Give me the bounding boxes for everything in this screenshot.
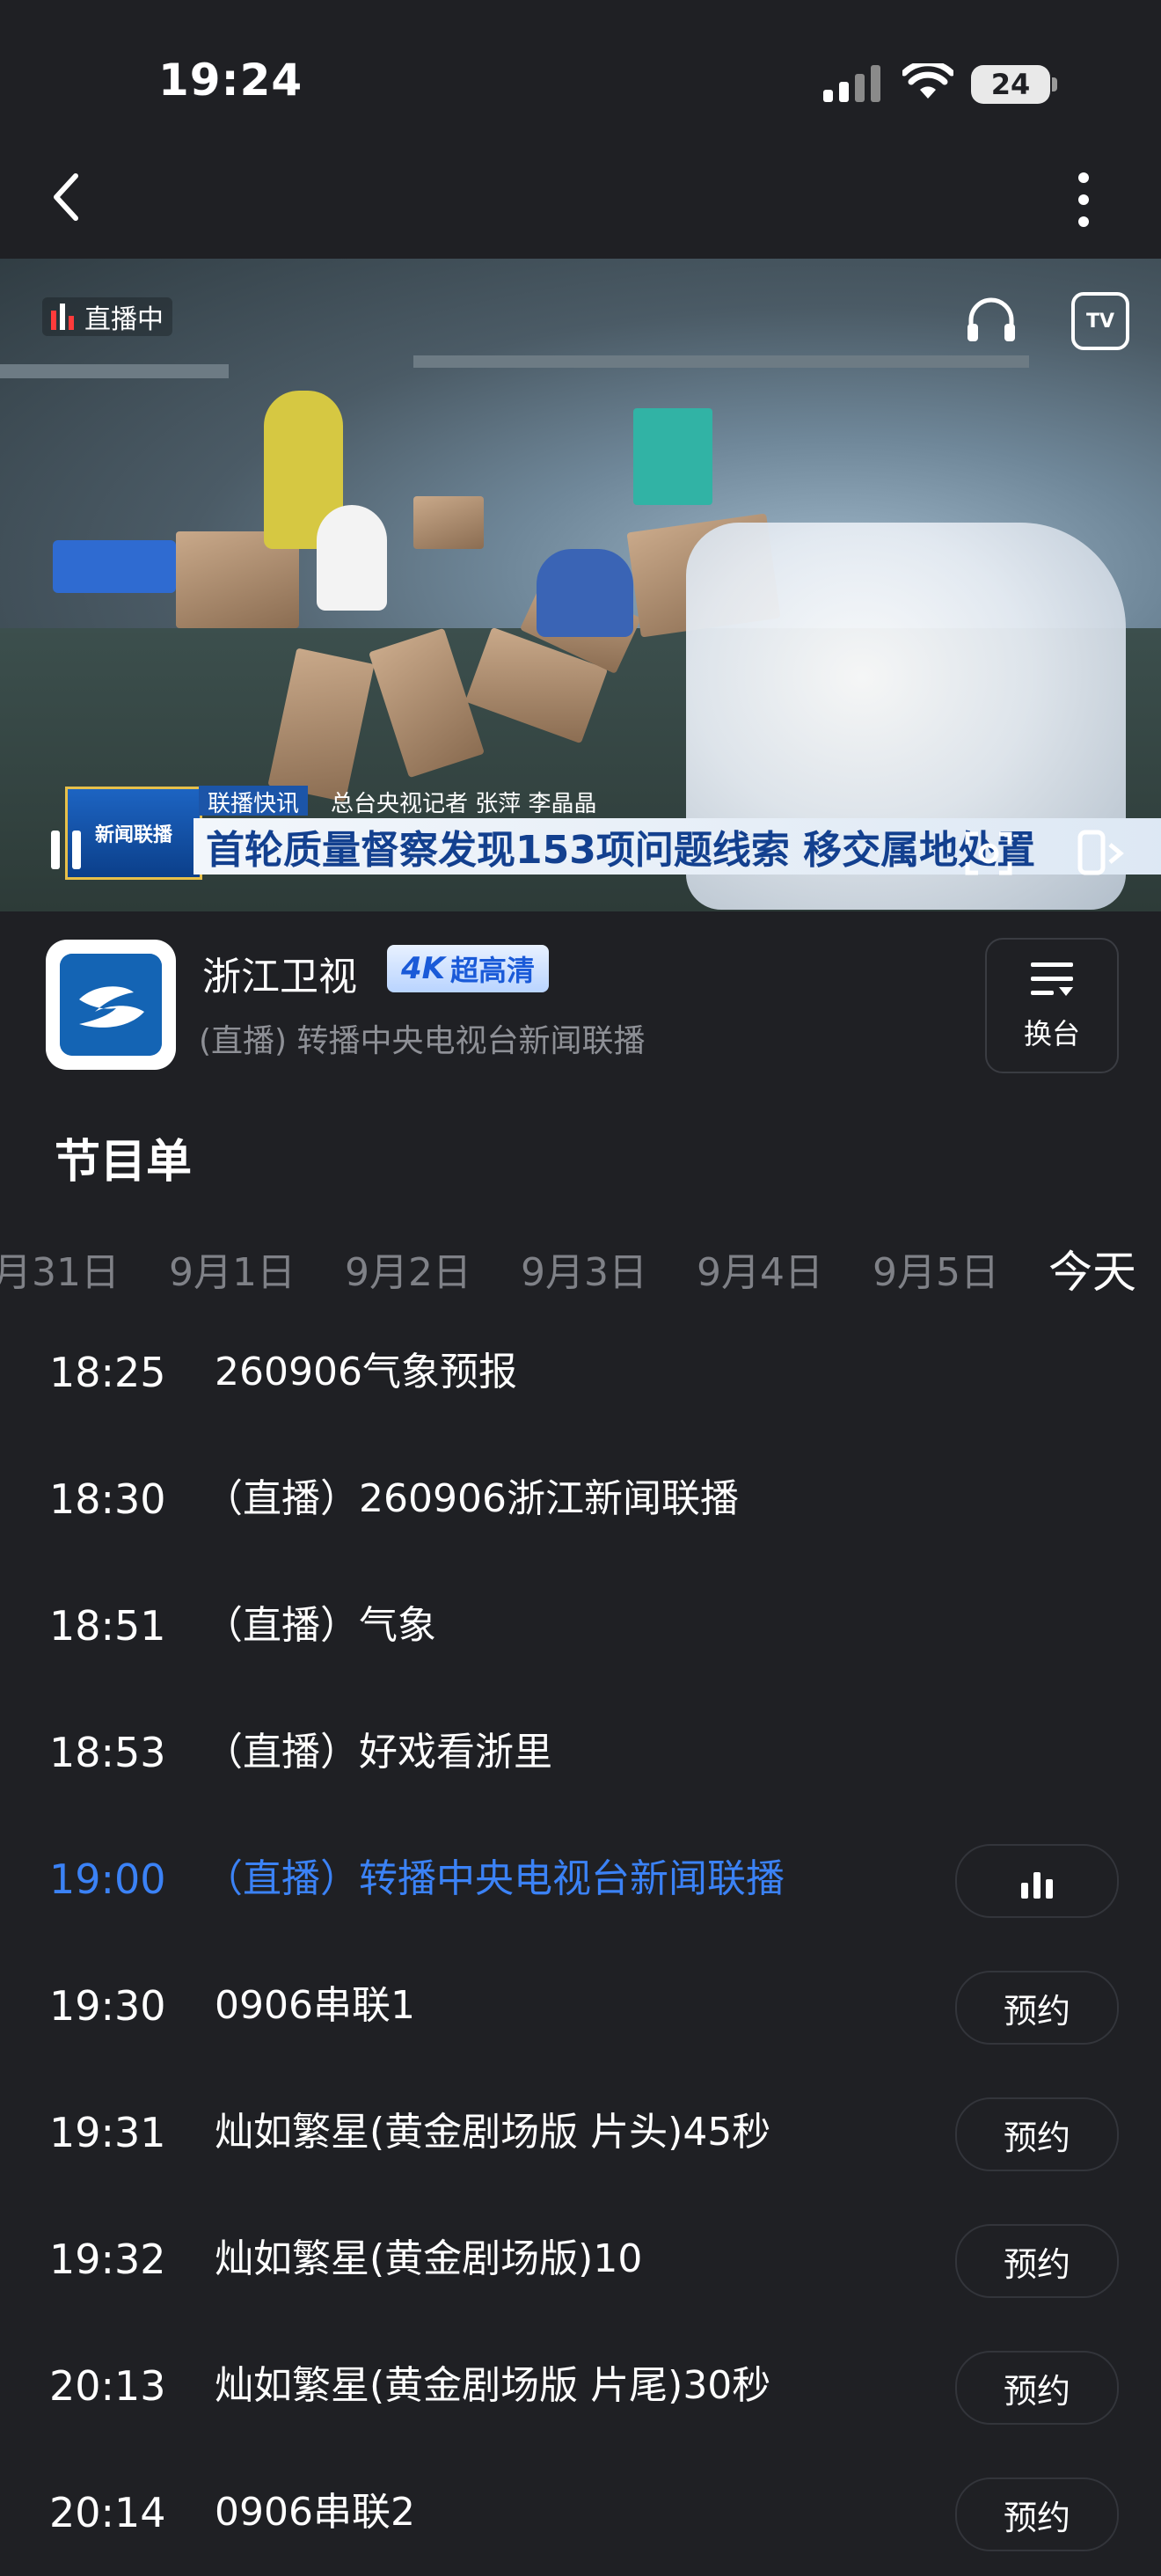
live-bars-icon (51, 304, 76, 330)
battery-indicator: 24 (971, 65, 1050, 104)
reserve-button[interactable]: 预约 (955, 2224, 1119, 2298)
date-tab[interactable]: 9月5日 (873, 1240, 999, 1302)
pause-button[interactable] (42, 823, 95, 876)
more-options-button[interactable] (1064, 169, 1103, 231)
reserve-button[interactable]: 预约 (955, 2351, 1119, 2425)
date-tabs: 8月31日 9月1日 9月2日 9月3日 9月4日 9月5日今天 (0, 1240, 1161, 1302)
program-row[interactable]: 20:13 灿如繁星(黄金剧场版 片尾)30秒 预约 (0, 2323, 1161, 2449)
program-title: 0906串联1 (215, 1983, 415, 2028)
program-time: 18:25 (49, 1349, 166, 1396)
reserve-button[interactable]: 预约 (955, 1971, 1119, 2045)
program-row[interactable]: 19:31 灿如繁星(黄金剧场版 片头)45秒 预约 (0, 2069, 1161, 2196)
video-scene-shelf (413, 355, 1029, 368)
now-playing-button[interactable] (955, 1844, 1119, 1918)
ticker-info: 联播快讯 总台央视记者 张萍 李晶晶 (199, 786, 597, 817)
back-button[interactable] (40, 169, 97, 225)
reserve-button[interactable]: 预约 (955, 2097, 1119, 2171)
date-tab[interactable]: 9月3日 (521, 1240, 647, 1302)
program-title: （直播）气象 (204, 1603, 436, 1648)
program-title: （直播）260906浙江新闻联播 (204, 1476, 739, 1521)
program-title: （直播）转播中央电视台新闻联播 (204, 1856, 785, 1901)
equalizer-icon (1018, 1863, 1056, 1899)
reserve-button[interactable]: 预约 (955, 2477, 1119, 2551)
program-time: 18:51 (49, 1602, 166, 1650)
program-title: 灿如繁星(黄金剧场版)10 (215, 2236, 643, 2281)
tv-icon-label: TV (1085, 310, 1115, 333)
channel-logo (46, 940, 176, 1070)
program-time: 19:31 (49, 2109, 166, 2156)
program-title: 灿如繁星(黄金剧场版 片尾)30秒 (215, 2363, 771, 2408)
program-time: 19:00 (49, 1855, 166, 1903)
wifi-icon (902, 63, 953, 99)
program-title: 260906气象预报 (215, 1350, 517, 1394)
program-title: 灿如繁星(黄金剧场版 片头)45秒 (215, 2110, 771, 2155)
quality-label: 超高清 (450, 954, 536, 987)
ticker-tag: 联播快讯 (199, 786, 309, 817)
date-tab[interactable]: 9月1日 (169, 1240, 296, 1302)
program-row[interactable]: 18:51 （直播）气象 (0, 1562, 1161, 1689)
program-logo-text: 新闻联播 (94, 824, 172, 846)
status-time: 19:24 (158, 55, 303, 106)
channel-list-icon (1031, 962, 1073, 996)
date-tab[interactable]: 9月4日 (697, 1240, 823, 1302)
current-program: (直播) 转播中央电视台新闻联播 (199, 1023, 646, 1059)
program-time: 18:30 (49, 1475, 166, 1523)
video-scene-shelf (0, 364, 229, 378)
program-time: 20:14 (49, 2489, 166, 2536)
program-time: 18:53 (49, 1729, 166, 1776)
program-row[interactable]: 18:25 260906气象预报 (0, 1309, 1161, 1436)
ticker-reporter: 总台央视记者 张萍 李晶晶 (331, 791, 597, 817)
quality-badge: 4K 超高清 (387, 945, 550, 992)
screenshot-icon[interactable] (962, 827, 1015, 880)
battery-tip (1052, 77, 1057, 91)
date-tab[interactable]: 今天 (1048, 1237, 1136, 1302)
live-badge: 直播中 (42, 297, 172, 336)
switch-channel-label: 换台 (1023, 1017, 1080, 1050)
live-label: 直播中 (84, 304, 164, 335)
channel-name: 浙江卫视 (202, 955, 357, 999)
program-row[interactable]: 18:53 （直播）好戏看浙里 (0, 1689, 1161, 1816)
video-scene-crate (53, 540, 176, 593)
program-row[interactable]: 18:30 （直播）260906浙江新闻联播 (0, 1436, 1161, 1562)
headphone-icon[interactable] (964, 294, 1019, 345)
video-scene-box (413, 496, 484, 549)
tv-cast-icon[interactable]: TV (1071, 292, 1129, 350)
ticker-headline: 首轮质量督察发现153项问题线索 移交属地处置 (194, 818, 1161, 875)
program-row[interactable]: 20:14 0906串联2 预约 (0, 2449, 1161, 2576)
fullscreen-icon[interactable] (1073, 827, 1126, 880)
zhejiang-tv-logo-icon (60, 954, 162, 1056)
cellular-signal-icon (823, 65, 880, 102)
schedule-title: 节目单 (55, 1136, 193, 1189)
video-scene-worker (317, 505, 387, 611)
program-title: 0906串联2 (215, 2490, 415, 2535)
program-title: （直播）好戏看浙里 (204, 1730, 552, 1775)
program-time: 20:13 (49, 2362, 166, 2410)
quality-4k: 4K (401, 951, 446, 986)
video-scene-crate (633, 408, 712, 505)
video-scene-worker (537, 549, 633, 637)
program-row[interactable]: 19:32 灿如繁星(黄金剧场版)10 预约 (0, 2196, 1161, 2323)
switch-channel-button[interactable]: 换台 (985, 938, 1119, 1073)
program-row[interactable]: 19:00 （直播）转播中央电视台新闻联播 (0, 1816, 1161, 1943)
date-tab[interactable]: 8月31日 (0, 1240, 120, 1302)
ticker-headline-text: 首轮质量督察发现153项问题线索 移交属地处置 (206, 828, 1036, 873)
program-time: 19:30 (49, 1982, 166, 2030)
date-tab[interactable]: 9月2日 (345, 1240, 471, 1302)
program-time: 19:32 (49, 2236, 166, 2283)
program-row[interactable]: 19:30 0906串联1 预约 (0, 1943, 1161, 2069)
